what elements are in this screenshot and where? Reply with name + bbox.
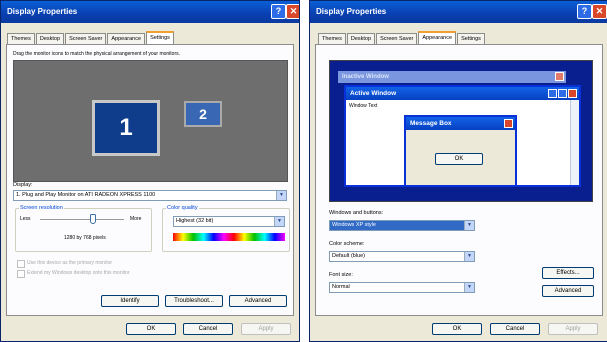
identify-button[interactable]: Identify: [101, 295, 159, 307]
color-scheme-label: Color scheme:: [329, 241, 365, 247]
primary-monitor-checkbox[interactable]: [17, 260, 25, 268]
preview-scrollbar: [570, 100, 579, 185]
apply-button[interactable]: Apply: [548, 323, 598, 335]
instruction-text: Drag the monitor icons to match the phys…: [13, 51, 181, 57]
display-select-value: 1. Plug and Play Monitor on ATI RADEON X…: [16, 192, 156, 198]
resolution-slider-thumb[interactable]: [90, 214, 96, 224]
display-properties-settings-window: Display Properties ? ✕ Themes Desktop Sc…: [0, 0, 300, 342]
help-icon[interactable]: ?: [271, 4, 286, 19]
preview-active-titlebar: Active Window: [346, 87, 579, 100]
advanced-button[interactable]: Advanced: [229, 295, 287, 307]
color-quality-group: Color quality Highest (32 bit) ▼: [162, 205, 290, 252]
preview-maximize-icon: [558, 89, 567, 98]
font-size-label: Font size:: [329, 272, 353, 278]
close-icon[interactable]: ✕: [286, 4, 299, 19]
preview-ok-button: OK: [435, 153, 483, 165]
settings-panel: Drag the monitor icons to match the phys…: [6, 44, 294, 316]
font-size-value: Normal: [332, 284, 350, 290]
windows-buttons-label: Windows and buttons:: [329, 210, 384, 216]
chevron-down-icon: ▼: [464, 283, 474, 292]
monitor-1[interactable]: 1: [92, 100, 160, 156]
primary-monitor-checkbox-label: Use this device as the primary monitor: [27, 260, 113, 266]
ok-button[interactable]: OK: [126, 323, 176, 335]
monitor-arrangement-area: 1 2: [13, 60, 288, 182]
tab-strip: Themes Desktop Screen Saver Appearance S…: [318, 31, 486, 46]
resolution-slider-track[interactable]: [40, 219, 124, 220]
preview-window-text: Window Text: [349, 103, 378, 109]
preview-close-icon: [555, 72, 564, 81]
chevron-down-icon: ▼: [464, 252, 474, 261]
close-icon[interactable]: ✕: [592, 4, 607, 19]
more-label: More: [130, 216, 142, 222]
window-title: Display Properties: [7, 7, 78, 16]
windows-buttons-value: Windows XP style: [332, 222, 376, 228]
preview-inactive-titlebar: Inactive Window: [338, 71, 566, 83]
preview-message-title: Message Box: [410, 120, 452, 127]
extend-desktop-checkbox[interactable]: [17, 270, 25, 278]
display-label: Display:: [13, 182, 33, 188]
monitor-2[interactable]: 2: [184, 101, 222, 127]
window-title: Display Properties: [316, 7, 387, 16]
chevron-down-icon: ▼: [464, 221, 474, 230]
color-scheme-select[interactable]: Default (blue) ▼: [329, 251, 475, 262]
tab-strip: Themes Desktop Screen Saver Appearance S…: [7, 31, 175, 46]
apply-button[interactable]: Apply: [241, 323, 291, 335]
cancel-button[interactable]: Cancel: [490, 323, 540, 335]
less-label: Less: [20, 216, 31, 222]
preview-message-box: Message Box OK: [404, 115, 517, 187]
resolution-value: 1280 by 768 pixels: [64, 235, 106, 241]
color-scheme-value: Default (blue): [332, 253, 366, 259]
chevron-down-icon: ▼: [274, 217, 284, 226]
chevron-down-icon: ▼: [276, 191, 286, 200]
extend-desktop-checkbox-label: Extend my Windows desktop onto this moni…: [27, 270, 130, 276]
appearance-panel: Inactive Window Active Window Window Tex…: [315, 44, 603, 316]
color-quality-select[interactable]: Highest (32 bit) ▼: [173, 216, 285, 227]
preview-active-title: Active Window: [350, 90, 397, 97]
title-bar[interactable]: Display Properties ? ✕: [310, 1, 607, 23]
cancel-button[interactable]: Cancel: [183, 323, 233, 335]
font-size-select[interactable]: Normal ▼: [329, 282, 475, 293]
screen-resolution-label: Screen resolution: [19, 205, 64, 211]
ok-button[interactable]: OK: [432, 323, 482, 335]
title-bar[interactable]: Display Properties ? ✕: [1, 1, 299, 23]
color-quality-value: Highest (32 bit): [176, 218, 214, 224]
preview-close-icon: [504, 119, 513, 128]
help-icon[interactable]: ?: [577, 4, 592, 19]
display-select[interactable]: 1. Plug and Play Monitor on ATI RADEON X…: [13, 190, 287, 201]
troubleshoot-button[interactable]: Troubleshoot...: [165, 295, 223, 307]
color-quality-label: Color quality: [166, 205, 199, 211]
preview-minimize-icon: [548, 89, 557, 98]
windows-buttons-select[interactable]: Windows XP style ▼: [329, 220, 475, 231]
advanced-button[interactable]: Advanced: [542, 285, 594, 297]
color-quality-swatch: [173, 233, 285, 241]
appearance-preview: Inactive Window Active Window Window Tex…: [329, 60, 593, 202]
screen-resolution-group: Screen resolution Less More 1280 by 768 …: [15, 205, 152, 252]
preview-inactive-title: Inactive Window: [342, 74, 389, 80]
display-properties-appearance-window: Display Properties ? ✕ Themes Desktop Sc…: [309, 0, 607, 342]
preview-close-icon: [568, 89, 577, 98]
effects-button[interactable]: Effects...: [542, 267, 594, 279]
preview-message-titlebar: Message Box: [406, 117, 515, 130]
